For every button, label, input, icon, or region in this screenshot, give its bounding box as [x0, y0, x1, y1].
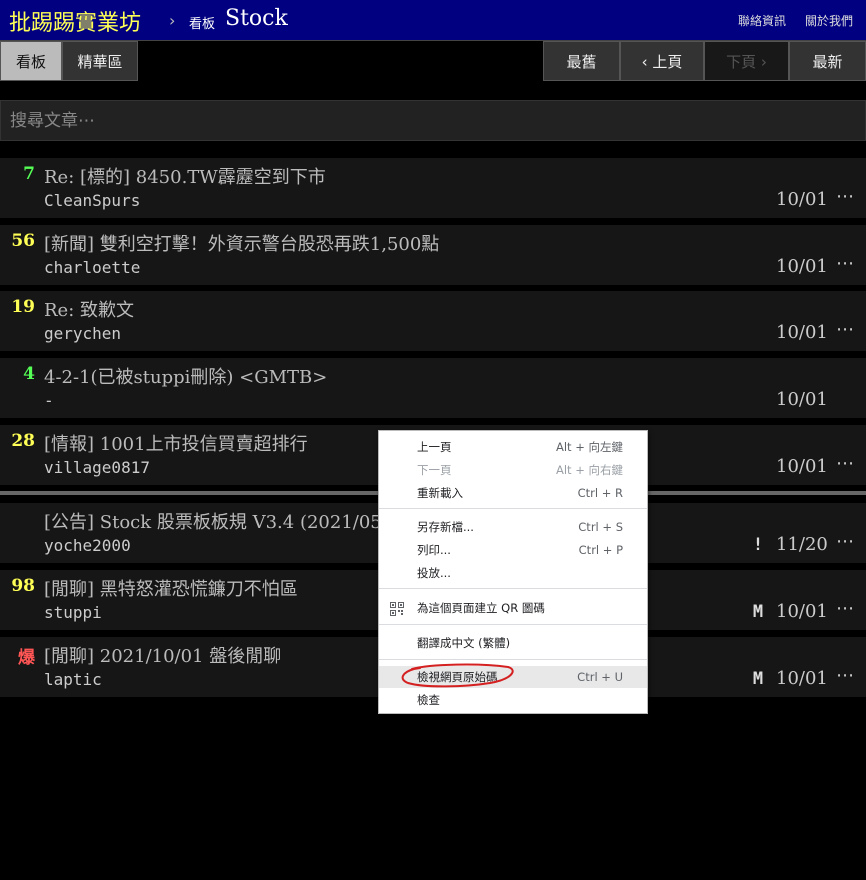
- breadcrumb-label: 看板: [189, 17, 216, 32]
- post-title[interactable]: [情報] 1001上市投信買賣超排行: [44, 430, 308, 456]
- post-title: 4-2-1(已被stuppi刪除) <GMTB>: [44, 367, 328, 388]
- next-page-button: 下頁 ›: [704, 41, 789, 81]
- recommend-count: 爆: [18, 648, 35, 668]
- menu-separator: [379, 588, 647, 589]
- post-row[interactable]: 56 [新聞] 雙利空打擊！外資示警台股恐再跌1,500點 charloette…: [0, 225, 866, 285]
- more-options-icon[interactable]: ⋯: [836, 253, 855, 274]
- menu-item-translate[interactable]: 翻譯成中文 (繁體): [379, 632, 647, 654]
- about-link[interactable]: 關於我們: [805, 12, 853, 29]
- more-options-icon[interactable]: ⋯: [836, 531, 855, 552]
- post-author: gerychen: [44, 324, 122, 343]
- post-row[interactable]: 19 Re: 致歉文 gerychen 10/01 ⋯: [0, 291, 866, 351]
- recommend-count: 19: [11, 297, 35, 317]
- context-menu: 上一頁 Alt + 向左鍵 下一頁 Alt + 向右鍵 重新載入 Ctrl + …: [378, 430, 648, 714]
- more-options-icon[interactable]: ⋯: [836, 186, 855, 207]
- post-mark: M: [752, 669, 764, 689]
- post-title[interactable]: [新聞] 雙利空打擊！外資示警台股恐再跌1,500點: [44, 230, 439, 256]
- post-title[interactable]: Re: [標的] 8450.TW霹靂空到下市: [44, 163, 326, 189]
- menu-item-back[interactable]: 上一頁 Alt + 向左鍵: [379, 436, 647, 458]
- menu-separator: [379, 624, 647, 625]
- menu-item-forward: 下一頁 Alt + 向右鍵: [417, 463, 623, 477]
- post-title[interactable]: [閒聊] 黑特怒灌恐慌鐮刀不怕區: [44, 575, 298, 601]
- oldest-button[interactable]: 最舊: [543, 41, 620, 81]
- post-date: 10/01: [776, 322, 828, 343]
- recommend-count: 56: [11, 231, 35, 251]
- post-title[interactable]: [閒聊] 2021/10/01 盤後閒聊: [44, 642, 281, 668]
- post-mark: !: [752, 535, 764, 555]
- post-date: 10/01: [776, 668, 828, 689]
- menu-separator: [379, 659, 647, 660]
- search-input[interactable]: [0, 100, 866, 141]
- post-date: 10/01: [776, 456, 828, 477]
- recommend-count: 98: [11, 576, 35, 596]
- menu-item-view-source[interactable]: 檢視網頁原始碼 Ctrl + U: [379, 666, 647, 688]
- post-row[interactable]: 4 4-2-1(已被stuppi刪除) <GMTB> - 10/01: [0, 358, 866, 418]
- menu-item-qr-code[interactable]: 為這個頁面建立 QR 圖碼: [379, 597, 647, 619]
- more-options-icon[interactable]: ⋯: [836, 665, 855, 686]
- top-bar: 批踢踢實業坊 › 看板 Stock 聯絡資訊 關於我們: [0, 0, 866, 41]
- post-author: village0817: [44, 458, 150, 477]
- post-author: laptic: [44, 670, 102, 689]
- tab-board[interactable]: 看板: [0, 41, 62, 81]
- post-title[interactable]: Re: 致歉文: [44, 296, 134, 322]
- post-mark: M: [752, 602, 764, 622]
- contact-link[interactable]: 聯絡資訊: [738, 12, 786, 29]
- menu-item-reload[interactable]: 重新載入 Ctrl + R: [379, 482, 647, 504]
- site-title[interactable]: 批踢踢實業坊: [9, 5, 141, 37]
- more-options-icon[interactable]: ⋯: [836, 453, 855, 474]
- post-date: 10/01: [776, 189, 828, 210]
- menu-separator: [379, 508, 647, 509]
- menu-item-save-as[interactable]: 另存新檔... Ctrl + S: [379, 516, 647, 538]
- post-date: 10/01: [776, 256, 828, 277]
- menu-item-cast[interactable]: 投放...: [379, 562, 647, 584]
- latest-button[interactable]: 最新: [789, 41, 866, 81]
- prev-page-button[interactable]: ‹ 上頁: [620, 41, 704, 81]
- qr-code-icon: [390, 601, 404, 616]
- post-date: 11/20: [776, 534, 828, 555]
- post-date: 10/01: [776, 389, 828, 410]
- recommend-count: 7: [23, 164, 35, 184]
- post-author: charloette: [44, 258, 141, 277]
- menu-item-inspect[interactable]: 檢查: [379, 689, 647, 711]
- menu-item-print[interactable]: 列印... Ctrl + P: [379, 539, 647, 561]
- board-name-link[interactable]: Stock: [225, 6, 288, 31]
- post-author: yoche2000: [44, 536, 131, 555]
- more-options-icon[interactable]: ⋯: [836, 319, 855, 340]
- post-author: stuppi: [44, 603, 102, 622]
- breadcrumb-separator: ›: [169, 11, 176, 30]
- post-title[interactable]: [公告] Stock 股票板板規 V3.4 (2021/05/: [44, 508, 388, 534]
- more-options-icon[interactable]: ⋯: [836, 598, 855, 619]
- post-author: CleanSpurs: [44, 191, 141, 210]
- post-date: 10/01: [776, 601, 828, 622]
- post-author: -: [44, 391, 54, 410]
- post-row[interactable]: 7 Re: [標的] 8450.TW霹靂空到下市 CleanSpurs 10/0…: [0, 158, 866, 218]
- tab-digest[interactable]: 精華區: [62, 41, 138, 81]
- recommend-count: 28: [11, 431, 35, 451]
- recommend-count: 4: [23, 364, 35, 384]
